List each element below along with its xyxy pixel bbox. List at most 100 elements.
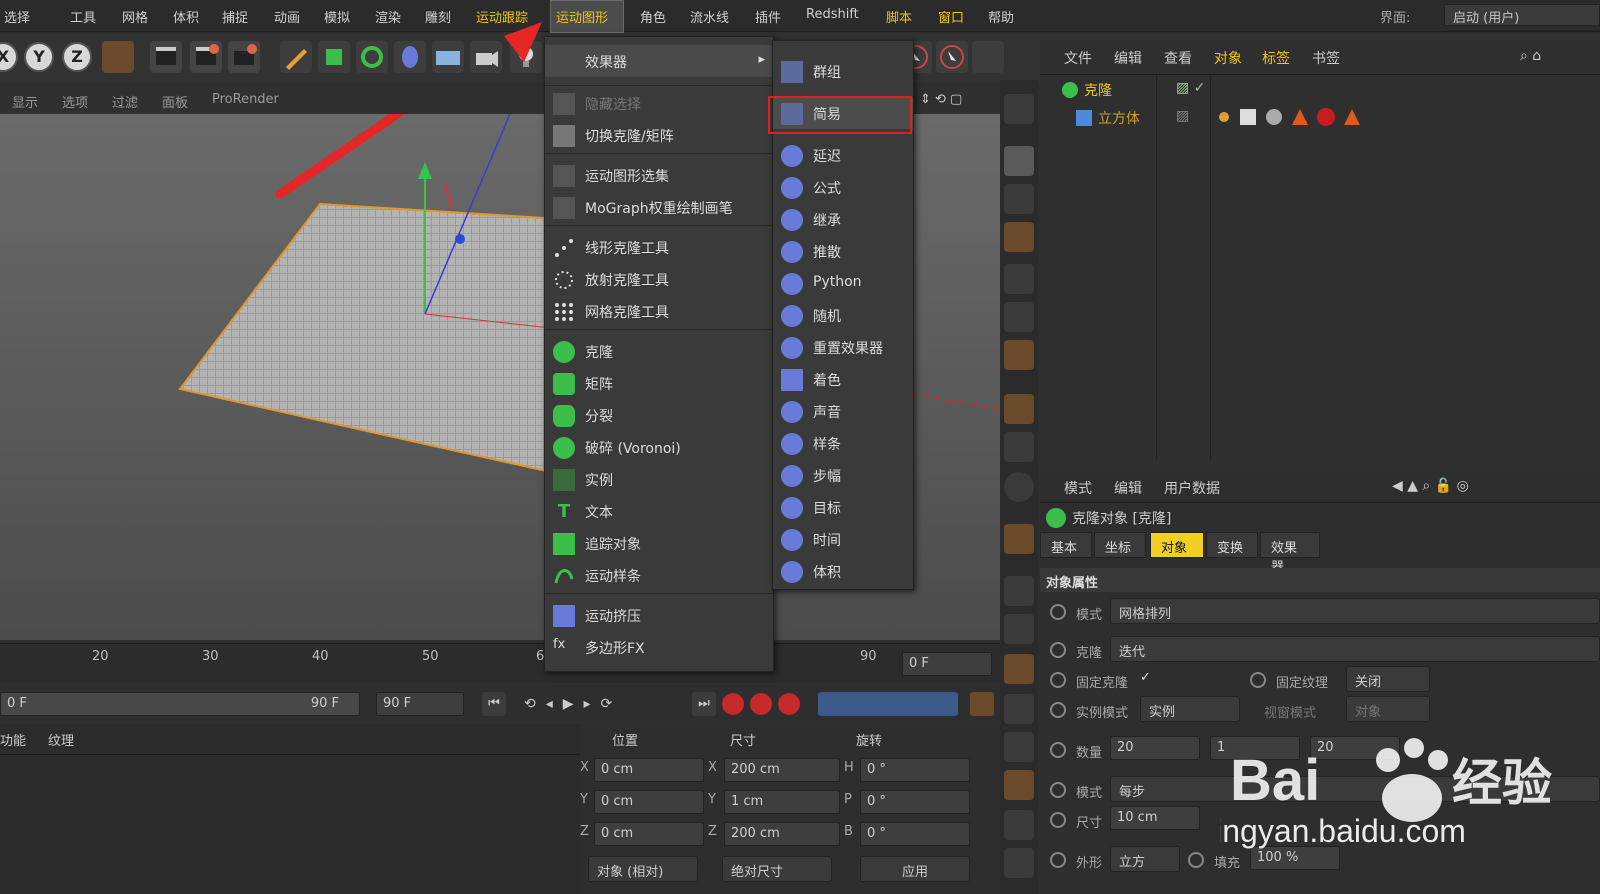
- anim-dot-icon[interactable]: [1050, 812, 1066, 828]
- record-keyframe-icon[interactable]: [722, 693, 744, 715]
- menu-item-radial-clone[interactable]: 放射克隆工具: [545, 263, 773, 295]
- instance-mode-select[interactable]: 实例: [1140, 696, 1240, 722]
- clock-icon[interactable]: [1004, 810, 1034, 840]
- attr-nav-icons[interactable]: ◀ ▲ ⌕ 🔓 ◎: [1392, 478, 1469, 494]
- viewport-menu-prorender[interactable]: ProRender: [212, 92, 279, 107]
- anim-dot-icon[interactable]: [1050, 702, 1066, 718]
- anim-dot-icon[interactable]: [1050, 742, 1066, 758]
- effector-python[interactable]: Python: [773, 267, 913, 299]
- menu-plugins[interactable]: 插件: [755, 7, 781, 26]
- tab-object[interactable]: 对象: [1150, 532, 1204, 558]
- viewport-solo-icon[interactable]: [1004, 94, 1034, 124]
- anim-dot-icon[interactable]: [1050, 604, 1066, 620]
- render-view-icon[interactable]: [150, 41, 182, 73]
- rotation-p-field[interactable]: 0 °: [860, 790, 970, 814]
- menu-item-tracer[interactable]: 追踪对象: [545, 527, 773, 559]
- current-frame-field[interactable]: 0 F: [902, 652, 992, 676]
- coordinate-mode-select[interactable]: 对象 (相对): [588, 856, 698, 882]
- menu-pipeline[interactable]: 流水线: [690, 7, 729, 26]
- timeline-settings-icon[interactable]: [970, 692, 994, 716]
- object-cube-visibility[interactable]: ▨: [1176, 108, 1189, 124]
- rotation-h-field[interactable]: 0 °: [860, 758, 970, 782]
- box-icon[interactable]: [1004, 770, 1034, 800]
- subdivision-icon[interactable]: [318, 41, 350, 73]
- timeline-ruler[interactable]: 20 30 40 50 6 90 0 F: [0, 643, 1000, 683]
- playback-controls[interactable]: ⟲◂▶▸⟳: [524, 692, 684, 716]
- tab-transform[interactable]: 变换: [1206, 532, 1258, 558]
- effector-time[interactable]: 时间: [773, 523, 913, 555]
- menu-animate[interactable]: 动画: [274, 7, 300, 26]
- om-menu-objects[interactable]: 对象: [1214, 48, 1242, 68]
- tweak-mode-icon[interactable]: [1004, 432, 1034, 462]
- om-menu-tags[interactable]: 标签: [1262, 48, 1290, 68]
- menu-volume[interactable]: 体积: [173, 7, 199, 26]
- axis-x-lock-icon[interactable]: X: [0, 42, 18, 72]
- menu-mesh[interactable]: 网格: [122, 7, 148, 26]
- workplane-grid-icon[interactable]: [1004, 576, 1034, 606]
- menu-window[interactable]: 窗口: [938, 7, 964, 26]
- anim-dot-icon[interactable]: [1188, 852, 1204, 868]
- render-picture-viewer-icon[interactable]: [190, 41, 222, 73]
- menu-item-instance[interactable]: 实例: [545, 463, 773, 495]
- viewport-menu-options[interactable]: 选项: [62, 92, 88, 111]
- position-x-field[interactable]: 0 cm: [594, 758, 704, 782]
- edge-mode-icon[interactable]: [1004, 302, 1034, 332]
- keyframe-selection-icon[interactable]: [778, 693, 800, 715]
- pen-tool-icon[interactable]: [280, 41, 312, 73]
- attr-menu-userdata[interactable]: 用户数据: [1164, 478, 1220, 498]
- floor-icon[interactable]: [432, 41, 464, 73]
- effector-reeffector[interactable]: 重置效果器: [773, 331, 913, 363]
- size-y-field[interactable]: 1 cm: [724, 790, 840, 814]
- effector-spline[interactable]: 样条: [773, 427, 913, 459]
- position-z-field[interactable]: 0 cm: [594, 822, 704, 846]
- effector-shader[interactable]: 着色: [773, 363, 913, 395]
- cloner-icon[interactable]: [1004, 184, 1034, 214]
- viewport-menu-filter[interactable]: 过滤: [112, 92, 138, 111]
- size-mode-select[interactable]: 绝对尺寸: [722, 856, 832, 882]
- attr-menu-edit[interactable]: 编辑: [1114, 478, 1142, 498]
- size-field[interactable]: 10 cm: [1110, 806, 1200, 830]
- interface-select[interactable]: 启动 (用户): [1444, 4, 1600, 26]
- anim-dot-icon[interactable]: [1050, 852, 1066, 868]
- polygon-mode-icon[interactable]: [1004, 340, 1034, 370]
- viewport-menu-panel[interactable]: 面板: [162, 92, 188, 111]
- tab-basic[interactable]: 基本: [1040, 532, 1092, 558]
- menu-item-text[interactable]: T 文本: [545, 495, 773, 527]
- menu-item-grid-clone[interactable]: 网格克隆工具: [545, 295, 773, 327]
- workplane-lock-icon[interactable]: [1004, 614, 1034, 644]
- effector-formula[interactable]: 公式: [773, 171, 913, 203]
- snap-icon[interactable]: [1004, 472, 1034, 502]
- rotation-b-field[interactable]: 0 °: [860, 822, 970, 846]
- plane-grid-icon[interactable]: [1004, 222, 1034, 252]
- menu-item-hide-selection[interactable]: 隐藏选择: [545, 87, 773, 119]
- om-search-icon[interactable]: ⌕ ⌂: [1520, 48, 1541, 64]
- python-icon[interactable]: [1004, 848, 1034, 878]
- viewport-nav-icons[interactable]: ⇕ ⟲ ▢: [920, 92, 962, 107]
- character-icon[interactable]: [1004, 732, 1034, 762]
- effector-delay[interactable]: 延迟: [773, 139, 913, 171]
- menu-select[interactable]: 选择: [4, 7, 30, 26]
- effector-random[interactable]: 随机: [773, 299, 913, 331]
- anim-dot-icon[interactable]: [1050, 782, 1066, 798]
- menu-simulate[interactable]: 模拟: [324, 7, 350, 26]
- menu-item-voronoi[interactable]: 破碎 (Voronoi): [545, 431, 773, 463]
- object-cube[interactable]: 立方体: [1098, 108, 1140, 128]
- workplane-icon[interactable]: [972, 41, 1004, 73]
- cloner-tool-icon[interactable]: [356, 41, 388, 73]
- tab-effectors[interactable]: 效果器: [1260, 532, 1320, 575]
- menu-render[interactable]: 渲染: [375, 7, 401, 26]
- menu-item-polyfx[interactable]: fx 多边形FX: [545, 631, 773, 663]
- fix-texture-select[interactable]: 关闭: [1346, 666, 1430, 692]
- size-x-field[interactable]: 200 cm: [724, 758, 840, 782]
- menu-item-cloner[interactable]: 克隆: [545, 335, 773, 367]
- viewport-menu-display[interactable]: 显示: [12, 92, 38, 111]
- menu-item-weight-paint[interactable]: MoGraph权重绘制画笔: [545, 191, 773, 223]
- menu-character[interactable]: 角色: [640, 7, 666, 26]
- key-filter-icons[interactable]: [818, 692, 958, 716]
- end-frame-field[interactable]: 90 F: [376, 692, 464, 716]
- menu-snap[interactable]: 捕捉: [222, 7, 248, 26]
- viewport-mode-select[interactable]: 对象: [1346, 696, 1430, 722]
- anim-dot-icon[interactable]: [1050, 672, 1066, 688]
- menu-item-effectors[interactable]: 效果器 ▸: [545, 45, 773, 77]
- om-menu-file[interactable]: 文件: [1064, 48, 1092, 68]
